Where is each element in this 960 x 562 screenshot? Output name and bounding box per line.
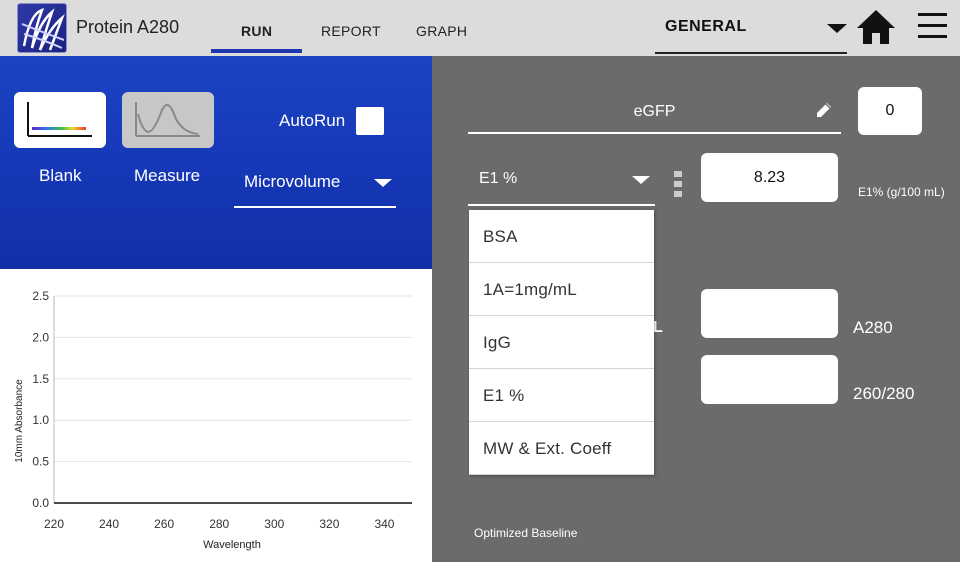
- blank-button[interactable]: [14, 92, 106, 148]
- x-tick-label: 340: [374, 517, 394, 531]
- x-axis-label: Wavelength: [203, 539, 261, 551]
- a280-result-box: [701, 289, 838, 338]
- active-tab-indicator: [211, 49, 302, 53]
- config-select[interactable]: GENERAL: [655, 0, 847, 54]
- measure-graph-icon: [135, 102, 200, 137]
- a280-label: A280: [853, 318, 893, 337]
- home-icon[interactable]: [856, 9, 896, 45]
- sample-count-box[interactable]: 0: [858, 87, 922, 135]
- x-tick-label: 220: [44, 517, 64, 531]
- sample-name-value: eGFP: [633, 103, 676, 120]
- autorun-label: AutoRun: [279, 111, 346, 130]
- autorun-checkbox[interactable]: [356, 107, 384, 135]
- caret-down-icon: [827, 24, 847, 33]
- e1-unit-label: E1% (g/100 mL): [858, 185, 945, 199]
- measurement-mode-select[interactable]: Microvolume: [234, 156, 396, 208]
- x-tick-label: 260: [154, 517, 174, 531]
- y-tick-label: 2.5: [32, 289, 49, 303]
- baseline-note: Optimized Baseline: [474, 526, 578, 540]
- analysis-method-dropdown: BSA 1A=1mg/mL IgG E1 % MW & Ext. Coeff: [469, 210, 654, 475]
- x-tick-label: 240: [99, 517, 119, 531]
- app-logo-icon: [17, 3, 67, 53]
- analysis-method-value: E1 %: [479, 170, 518, 187]
- sample-name-field[interactable]: eGFP: [468, 86, 841, 134]
- blank-graph-icon: [27, 102, 92, 137]
- spectrum-chart-svg: 0.00.51.01.52.02.5220 240 260 280 300 320 340 …: [14, 289, 412, 551]
- caret-down-icon: [632, 176, 650, 184]
- partially-hidden-label: L: [653, 319, 663, 336]
- x-tick-label: 320: [319, 517, 339, 531]
- e1-value-input[interactable]: 8.23: [701, 153, 838, 202]
- spectrum-chart: 0.0 0.5 1.0 1.5 2.0 2.5 220 240 260 280 300 320 340 …: [0, 269, 432, 562]
- y-tick-label: 2.0: [32, 330, 49, 344]
- blank-button-label: Blank: [39, 166, 82, 185]
- more-vert-icon[interactable]: [674, 171, 682, 201]
- measure-button-label: Measure: [134, 166, 201, 185]
- y-tick-label: 1.5: [32, 372, 49, 386]
- analysis-method-select[interactable]: E1 %: [468, 152, 655, 206]
- top-app-bar: Protein A280 RUN REPORT GRAPH GENERAL: [0, 0, 960, 56]
- tab-run[interactable]: RUN: [241, 23, 272, 39]
- dropdown-option-e1[interactable]: E1 %: [469, 369, 654, 422]
- x-tick-label: 300: [264, 517, 284, 531]
- y-tick-label: 0.0: [32, 496, 49, 510]
- dropdown-option-igg[interactable]: IgG: [469, 316, 654, 369]
- tab-report[interactable]: REPORT: [321, 23, 381, 39]
- x-tick-label: 280: [209, 517, 229, 531]
- tab-graph[interactable]: GRAPH: [416, 23, 467, 39]
- hamburger-menu-icon[interactable]: [918, 13, 947, 41]
- y-tick-label: 0.5: [32, 455, 49, 469]
- pencil-icon[interactable]: [814, 100, 834, 120]
- y-axis-label: 10mm Absorbance: [14, 379, 25, 463]
- config-select-value: GENERAL: [665, 18, 747, 35]
- y-tick-label: 1.0: [32, 413, 49, 427]
- ratio-label: 260/280: [853, 384, 915, 403]
- dropdown-option-bsa[interactable]: BSA: [469, 210, 654, 263]
- measure-button[interactable]: [122, 92, 214, 148]
- ratio-result-box: [701, 355, 838, 404]
- dropdown-option-mw-ext-coeff[interactable]: MW & Ext. Coeff: [469, 422, 654, 475]
- dropdown-option-1a-1mg[interactable]: 1A=1mg/mL: [469, 263, 654, 316]
- measurement-controls-panel: Blank Measure AutoRun Microvolume: [0, 56, 432, 269]
- app-title: Protein A280: [76, 17, 180, 37]
- caret-down-icon: [374, 179, 392, 187]
- measurement-mode-value: Microvolume: [244, 172, 341, 191]
